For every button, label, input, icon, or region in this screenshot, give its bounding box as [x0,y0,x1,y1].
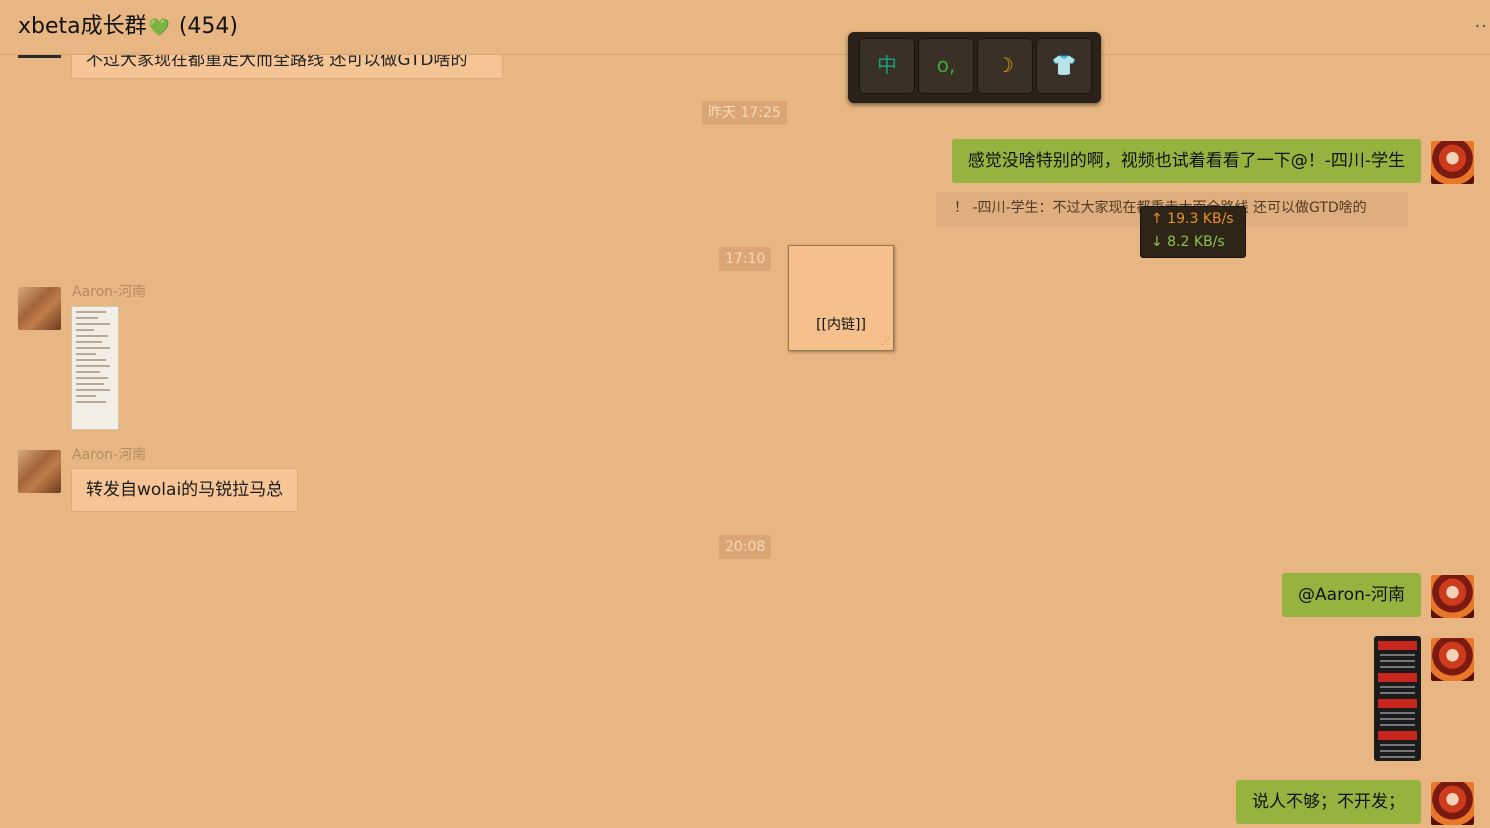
self-avatar[interactable] [1431,782,1474,825]
chat-title[interactable]: xbeta成长群 💚 (454) [18,8,238,40]
message-bubble-self[interactable]: 感觉没啥特别的啊，视频也试着看看了一下@！-四川-学生 [951,139,1421,183]
self-avatar[interactable] [1431,141,1474,184]
timestamp: 昨天 17:25 [702,101,787,125]
message-bubble-self[interactable]: @Aaron-河南 [1282,573,1421,617]
more-options-icon[interactable]: ·· [1475,16,1488,37]
self-avatar[interactable] [1431,638,1474,681]
chat-title-text: xbeta成长群 [18,14,147,39]
image-thumbnail[interactable] [1374,636,1421,761]
sticky-note-text: [[内链]] [816,317,866,333]
ime-mode-button[interactable]: 中 [859,38,915,94]
timestamp: 20:08 [719,535,772,559]
image-thumbnail[interactable] [71,306,119,430]
download-speed: ↓ 8.2 KB/s [1151,234,1225,250]
ime-punctuation-button[interactable]: o, [918,38,974,94]
ime-moon-button[interactable]: ☽ [977,38,1033,94]
message-bubble-other[interactable]: 转发自wolai的马锐拉马总 [71,468,299,512]
sender-avatar[interactable] [18,450,61,493]
message-bubble-self[interactable]: 说人不够；不开发； [1236,780,1421,824]
sticky-note[interactable]: [[内链]] ⋰ [788,245,894,351]
resize-grip-icon[interactable]: ⋰ [881,337,890,347]
heart-icon: 💚 [148,18,170,38]
self-avatar[interactable] [1431,575,1474,618]
chat-header: xbeta成长群 💚 (454) ·· [0,0,1490,55]
timestamp: 17:10 [719,247,772,271]
network-speed-widget[interactable]: ↑ 19.3 KB/s ↓ 8.2 KB/s [1140,206,1246,258]
member-count: (454) [178,14,238,39]
upload-speed: ↑ 19.3 KB/s [1151,211,1234,227]
ime-toolbar: 中 o, ☽ 👕 [848,32,1101,103]
sender-name: Aaron-河南 [72,284,147,300]
sender-name: Aaron-河南 [72,447,147,463]
ime-skin-button[interactable]: 👕 [1036,38,1092,94]
sender-avatar[interactable] [18,287,61,330]
